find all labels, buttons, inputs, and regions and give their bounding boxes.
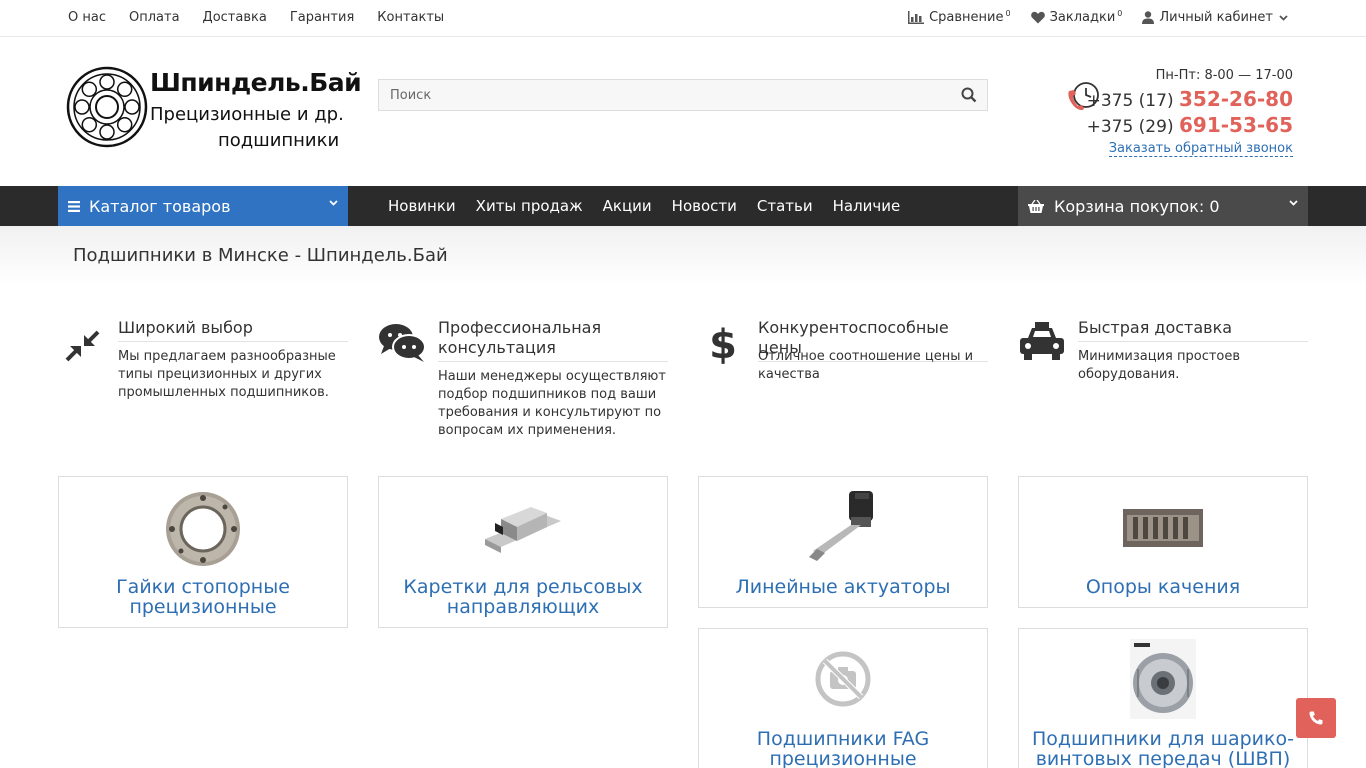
catalog-label: Каталог товаров <box>89 196 231 216</box>
feature-wide-choice: Широкий выбор Мы предлагаем разнообразны… <box>58 318 348 408</box>
search-input[interactable] <box>379 80 939 110</box>
logo-subtitle: Прецизионные и др. <box>150 104 344 125</box>
phone-1-code: +375 (17) <box>1086 91 1174 111</box>
feature-consultation: Профессиональная консультация Наши менед… <box>378 318 668 443</box>
callback-link[interactable]: Заказать обратный звонок <box>1108 141 1293 157</box>
feature-text: Мы предлагаем разнообразные типы прецизи… <box>118 349 336 400</box>
account-label: Личный кабинет <box>1159 10 1273 25</box>
search-button[interactable] <box>961 87 977 107</box>
top-nav-warranty[interactable]: Гарантия <box>290 10 354 25</box>
working-hours: Пн-Пт: 8-00 — 17-00 <box>1155 68 1293 83</box>
contact-block: Пн-Пт: 8-00 — 17-00 +375 (17) 352-26-80 … <box>1063 68 1293 157</box>
logo-title: Шпиндель.Бай <box>150 68 362 97</box>
compress-icon <box>65 330 100 362</box>
bookmarks-label: Закладки <box>1049 10 1116 25</box>
feature-title: Профессиональная консультация <box>438 318 668 362</box>
category-card[interactable]: Опоры качения <box>1018 476 1308 608</box>
linear-actuator-image <box>809 491 873 561</box>
feature-text: Наши менеджеры осуществляют подбор подши… <box>438 369 666 438</box>
account-link[interactable]: Личный кабинет <box>1142 10 1293 25</box>
nav-promotions[interactable]: Акции <box>603 197 652 215</box>
category-title: Подшипники для шарико-винтовых передач (… <box>1032 728 1294 768</box>
phone-1[interactable]: +375 (17) 352-26-80 <box>1063 87 1293 111</box>
category-title: Подшипники FAG прецизионные <box>756 728 930 768</box>
bookmarks-count: 0 <box>1117 9 1123 18</box>
catalog-menu-button[interactable]: Каталог товаров <box>58 186 348 226</box>
top-nav-contacts[interactable]: Контакты <box>377 10 444 25</box>
compare-link[interactable]: Сравнение 0 <box>908 9 1011 25</box>
feature-title: Широкий выбор <box>118 318 348 342</box>
category-title: Гайки стопорные прецизионные <box>116 576 290 618</box>
compare-count: 0 <box>1005 9 1011 18</box>
top-nav: О нас Оплата Доставка Гарантия Контакты <box>68 10 467 25</box>
nav-new[interactable]: Новинки <box>388 197 456 215</box>
category-title: Линейные актуаторы <box>735 576 951 598</box>
top-nav-payment[interactable]: Оплата <box>129 10 180 25</box>
top-nav-delivery[interactable]: Доставка <box>203 10 267 25</box>
top-nav-about[interactable]: О нас <box>68 10 106 25</box>
nav-bestsellers[interactable]: Хиты продаж <box>476 197 583 215</box>
phone-1-number: 352-26-80 <box>1178 87 1293 111</box>
category-card[interactable]: Каретки для рельсовых направляющих <box>378 476 668 628</box>
dollar-icon: $ <box>709 322 737 364</box>
site-logo[interactable]: Шпиндель.Бай Прецизионные и др. подшипни… <box>66 66 362 151</box>
page-title: Подшипники в Минске - Шпиндель.Бай <box>73 245 448 266</box>
category-title: Опоры качения <box>1085 576 1241 598</box>
chevron-down-icon <box>1289 200 1298 206</box>
user-icon <box>1142 11 1155 24</box>
chevron-down-icon <box>1279 14 1288 21</box>
main-navbar: Каталог товаров Новинки Хиты продаж Акци… <box>0 186 1366 226</box>
chevron-down-icon <box>329 200 338 206</box>
category-card[interactable]: Подшипники для шарико-винтовых передач (… <box>1018 628 1308 768</box>
phone-2-number: 691-53-65 <box>1178 113 1293 137</box>
top-bar: О нас Оплата Доставка Гарантия Контакты … <box>0 0 1366 37</box>
compare-label: Сравнение <box>929 10 1004 25</box>
cart-button[interactable]: Корзина покупок: 0 <box>1018 186 1308 226</box>
search-icon <box>961 87 977 103</box>
ballscrew-bearing-image <box>1130 639 1196 719</box>
feature-prices: $ Конкурентоспособные цены Отличное соот… <box>698 318 988 388</box>
logo-subtitle-2: подшипники <box>218 130 340 151</box>
bearing-logo-icon <box>66 66 148 148</box>
main-nav-links: Новинки Хиты продаж Акции Новости Статьи… <box>388 197 920 215</box>
basket-icon <box>1028 199 1044 213</box>
heart-icon <box>1030 11 1045 24</box>
category-card[interactable]: Гайки стопорные прецизионные <box>58 476 348 628</box>
svg-text:$: $ <box>709 322 737 364</box>
cart-label: Корзина покупок: 0 <box>1054 196 1220 216</box>
category-card[interactable]: Линейные актуаторы <box>698 476 988 608</box>
nav-articles[interactable]: Статьи <box>757 197 813 215</box>
phone-icon <box>1309 711 1323 725</box>
nav-availability[interactable]: Наличие <box>833 197 901 215</box>
bar-chart-icon <box>908 11 925 24</box>
taxi-icon <box>1020 322 1064 360</box>
no-photo-icon <box>815 651 871 707</box>
bookmarks-link[interactable]: Закладки 0 <box>1030 9 1123 25</box>
category-card[interactable]: Подшипники FAG прецизионные <box>698 628 988 768</box>
feature-title: Быстрая доставка <box>1078 318 1308 342</box>
phone-2[interactable]: +375 (29) 691-53-65 <box>1063 113 1293 137</box>
feature-text: Отличное соотношение цены и качества <box>758 349 974 382</box>
call-button[interactable] <box>1296 698 1336 738</box>
category-title: Каретки для рельсовых направляющих <box>403 576 643 618</box>
phone-2-code: +375 (29) <box>1086 117 1174 137</box>
feature-text: Минимизация простоев оборудования. <box>1078 349 1241 382</box>
lock-nut-image <box>166 492 240 566</box>
rolling-support-image <box>1123 509 1203 547</box>
menu-icon <box>68 200 80 212</box>
rail-carriage-image <box>485 507 561 553</box>
feature-delivery: Быстрая доставка Минимизация простоев об… <box>1018 318 1308 388</box>
chat-icon <box>379 324 426 362</box>
search-box <box>378 79 988 111</box>
nav-news[interactable]: Новости <box>672 197 737 215</box>
top-right-links: Сравнение 0 Закладки 0 Личный кабинет <box>888 9 1293 25</box>
